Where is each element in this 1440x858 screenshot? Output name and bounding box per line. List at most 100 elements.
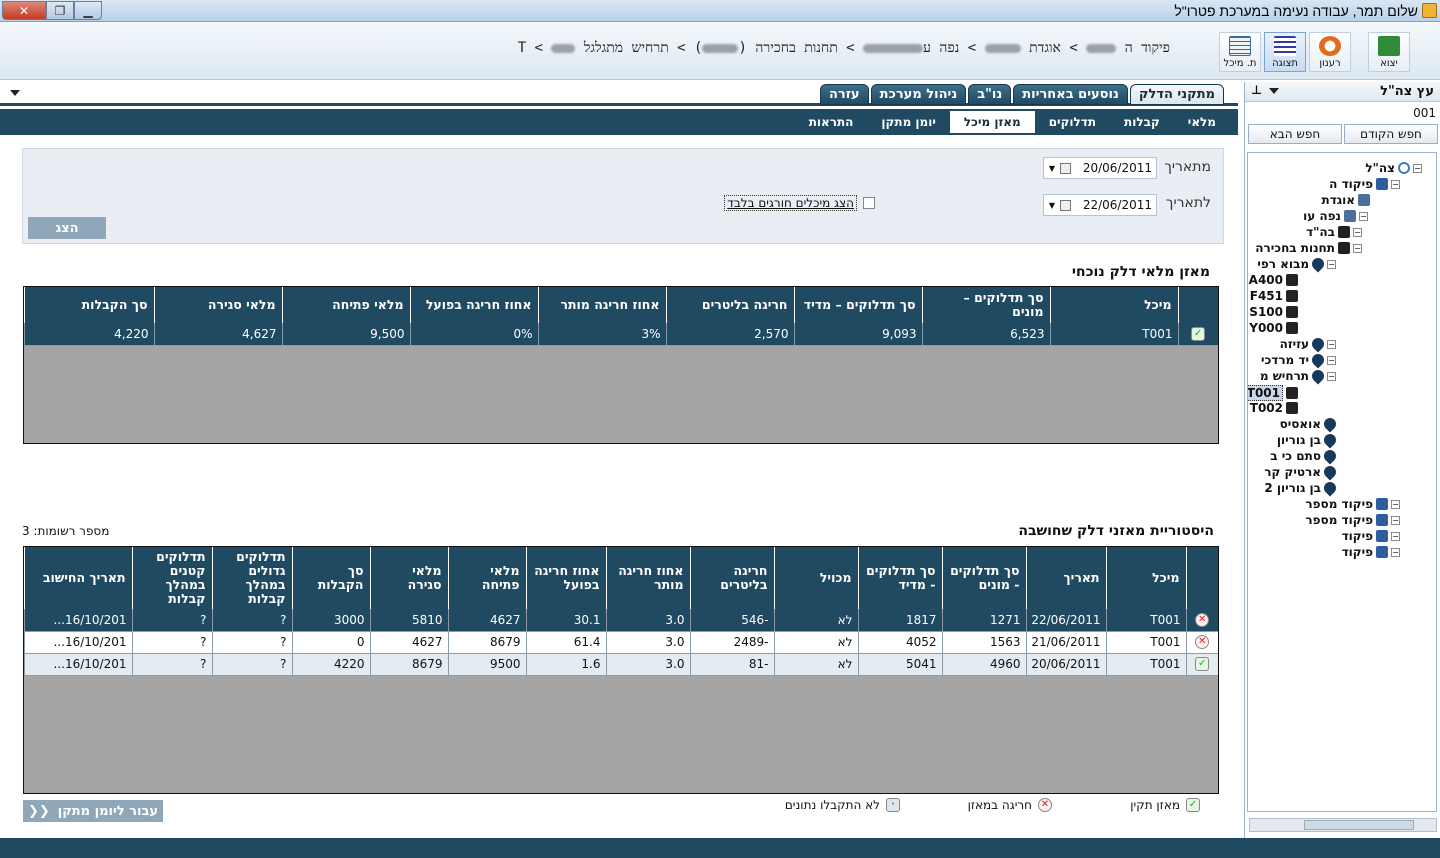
- tree-node[interactable]: בן גוריון 2: [1264, 479, 1339, 497]
- tree-node[interactable]: − עזיזה: [1280, 335, 1336, 353]
- column-header[interactable]: אחוז חריגה מותר: [605, 547, 690, 609]
- tab-alerts[interactable]: התראות: [795, 109, 868, 135]
- column-header[interactable]: מכויל: [773, 547, 858, 609]
- minimize-icon[interactable]: ▁: [74, 1, 102, 20]
- scrollbar-thumb[interactable]: [1304, 820, 1414, 830]
- column-header[interactable]: סך הקבלות: [24, 287, 154, 323]
- tank-button[interactable]: ת. מיכל: [1219, 32, 1261, 72]
- tab-help[interactable]: עזרה: [819, 84, 869, 105]
- horizontal-scrollbar[interactable]: [1249, 818, 1437, 832]
- tree-node[interactable]: − פיקוד: [1342, 529, 1400, 543]
- tree-node[interactable]: T001: [1248, 385, 1298, 401]
- tab-nob[interactable]: נו"ב: [968, 84, 1012, 105]
- tree-node[interactable]: Y000: [1249, 321, 1298, 335]
- tree-node[interactable]: − יד מרדכי: [1261, 351, 1336, 369]
- breadcrumb-item[interactable]: נפה ע: [923, 40, 959, 56]
- chevron-down-icon[interactable]: [1269, 88, 1279, 94]
- column-header[interactable]: סך תדלוקים – מדיד: [793, 287, 922, 323]
- tree-node[interactable]: − תחנות בחכירה: [1255, 241, 1362, 255]
- column-header[interactable]: אחוז חריגה בפועל: [409, 287, 538, 323]
- collapse-icon[interactable]: −: [1391, 515, 1400, 525]
- close-icon[interactable]: ✕: [2, 1, 46, 20]
- table-row[interactable]: ✓ T001 6,523 9,093 2,570 3% 0% 9,500 4,6…: [24, 323, 1218, 346]
- collapse-icon[interactable]: −: [1327, 371, 1336, 381]
- column-header[interactable]: סך תדלוקים – מונים: [921, 287, 1050, 323]
- show-button[interactable]: הצג: [28, 217, 106, 239]
- collapse-icon[interactable]: −: [1353, 243, 1362, 253]
- column-header[interactable]: תדלוקים קטנים במהלך קבלות: [131, 547, 212, 609]
- exceptions-label[interactable]: הצג מיכלים חורגים בלבד: [724, 195, 857, 211]
- chevron-down-icon[interactable]: [10, 90, 20, 96]
- tab-facility-log[interactable]: יומן מתקן: [867, 109, 949, 135]
- collapse-icon[interactable]: −: [1413, 163, 1422, 173]
- column-header[interactable]: מלאי פתיחה: [281, 287, 410, 323]
- tab-refuelings[interactable]: תדלוקים: [1035, 109, 1110, 135]
- tab-passengers[interactable]: נוסעים באחריות: [1013, 84, 1128, 105]
- breadcrumb-item[interactable]: אוגדת: [1029, 40, 1061, 56]
- tree-node[interactable]: − פיקוד: [1342, 545, 1400, 559]
- tree-node[interactable]: T002: [1250, 401, 1298, 415]
- breadcrumb-item[interactable]: T: [518, 40, 526, 56]
- collapse-icon[interactable]: −: [1327, 259, 1336, 269]
- column-header[interactable]: תאריך: [1025, 547, 1106, 609]
- tree-node[interactable]: − נפה עו: [1303, 209, 1368, 223]
- tree-node[interactable]: אואסיס: [1280, 415, 1339, 433]
- from-date-field[interactable]: ▼ 20/06/2011: [1043, 157, 1157, 179]
- column-header[interactable]: מיכל: [1105, 547, 1186, 609]
- tab-receipts[interactable]: קבלות: [1110, 109, 1174, 135]
- column-header[interactable]: מלאי פתיחה: [447, 547, 526, 609]
- to-date-field[interactable]: ▼ 22/06/2011: [1043, 194, 1157, 216]
- tree-node[interactable]: S100: [1249, 305, 1298, 319]
- display-button[interactable]: תצוגה: [1264, 32, 1306, 72]
- collapse-icon[interactable]: −: [1327, 355, 1336, 365]
- column-header[interactable]: תדלוקים גדולים במהלך קבלות: [211, 547, 292, 609]
- column-header[interactable]: אחוז חריגה מותר: [537, 287, 666, 323]
- column-header[interactable]: חריגה בליטרים: [689, 547, 774, 609]
- breadcrumb-item[interactable]: תרחיש מתגלגל: [584, 40, 669, 56]
- maximize-icon[interactable]: ❐: [46, 1, 74, 20]
- collapse-icon[interactable]: −: [1327, 339, 1336, 349]
- tab-system-admin[interactable]: ניהול מערכת: [870, 84, 967, 105]
- collapse-icon[interactable]: −: [1353, 227, 1362, 237]
- column-header[interactable]: אחוז חריגה בפועל: [525, 547, 606, 609]
- tree-node[interactable]: ארטיק קר: [1264, 463, 1339, 481]
- tab-fuel-facilities[interactable]: מתקני הדלק: [1129, 84, 1224, 105]
- tree-node[interactable]: F451: [1250, 289, 1298, 303]
- column-header[interactable]: סך תדלוקים - מונים: [941, 547, 1026, 609]
- table-row[interactable]: ✓ T001 20/06/2011 4960 5041 לא -81 3.0 1.6 9500 86…: [24, 653, 1218, 676]
- table-row[interactable]: ✕ T001 21/06/2011 1563 4052 לא -2489 3.0 61.4 867…: [24, 631, 1218, 654]
- search-input[interactable]: 001: [1248, 106, 1436, 122]
- exceptions-checkbox[interactable]: [863, 197, 875, 209]
- column-header[interactable]: חריגה בליטרים: [665, 287, 794, 323]
- tree-node[interactable]: − מבוא רפי: [1257, 255, 1336, 273]
- breadcrumb-item[interactable]: תחנות בחכירה (: [738, 40, 837, 56]
- export-button[interactable]: יצוא: [1368, 32, 1410, 72]
- column-header[interactable]: מיכל: [1049, 287, 1178, 323]
- tree-node[interactable]: A400: [1249, 273, 1298, 287]
- refresh-button[interactable]: רענון: [1309, 32, 1351, 72]
- collapse-icon[interactable]: −: [1391, 499, 1400, 509]
- tree-node[interactable]: סתם כי ב: [1270, 447, 1339, 465]
- tab-inventory[interactable]: מלאי: [1174, 109, 1230, 135]
- table-row[interactable]: ✕ T001 22/06/2011 1271 1817 לא -546 3.0 30.1 4627…: [24, 609, 1218, 632]
- search-next-button[interactable]: חפש הבא: [1248, 124, 1342, 144]
- tree-node[interactable]: − פיקוד ה: [1329, 177, 1400, 191]
- collapse-icon[interactable]: −: [1391, 547, 1400, 557]
- chevron-down-icon[interactable]: ▼: [1044, 195, 1060, 215]
- tree-node[interactable]: − צה"ל: [1365, 161, 1422, 175]
- column-header[interactable]: מלאי סגירה: [369, 547, 448, 609]
- calendar-icon[interactable]: [1060, 162, 1071, 174]
- column-header[interactable]: מלאי סגירה: [153, 287, 282, 323]
- collapse-icon[interactable]: −: [1391, 179, 1400, 189]
- tree-node[interactable]: בן גוריון: [1277, 431, 1339, 449]
- chevron-down-icon[interactable]: ▼: [1044, 158, 1060, 178]
- tree-node[interactable]: − תרחיש מ: [1260, 367, 1336, 385]
- tree-node[interactable]: − בה"ד: [1306, 225, 1362, 239]
- go-to-facility-log-button[interactable]: עבור ליומן מתקן ❮❮: [23, 800, 163, 822]
- collapse-icon[interactable]: −: [1359, 211, 1368, 221]
- column-header[interactable]: סך הקבלות: [291, 547, 370, 609]
- column-header[interactable]: סך תדלוקים - מדיד: [857, 547, 942, 609]
- tab-tank-balance[interactable]: מאזן מיכל: [949, 111, 1035, 133]
- tree-node[interactable]: − פיקוד מספר: [1305, 513, 1400, 527]
- tree-node[interactable]: אוגדת: [1322, 193, 1370, 207]
